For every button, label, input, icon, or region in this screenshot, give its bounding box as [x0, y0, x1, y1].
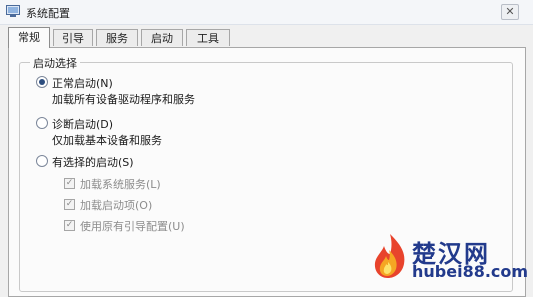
- diagnostic-startup-description: 仅加载基本设备和服务: [52, 134, 162, 147]
- selective-startup-label[interactable]: 有选择的启动(S): [52, 154, 134, 170]
- normal-startup-description: 加载所有设备驱动程序和服务: [52, 93, 195, 106]
- use-original-boot-config-checkbox[interactable]: ✓: [64, 220, 75, 231]
- load-system-services-checkbox[interactable]: ✓: [64, 178, 75, 189]
- tab-general[interactable]: 常规: [8, 27, 50, 48]
- window-title: 系统配置: [26, 7, 70, 20]
- title-bar: 系统配置 ✕: [0, 0, 533, 25]
- checkmark-icon: ✓: [65, 220, 74, 230]
- load-startup-items-label[interactable]: 加载启动项(O): [80, 197, 152, 213]
- close-icon: ✕: [505, 5, 515, 18]
- normal-startup-radio[interactable]: [36, 76, 48, 88]
- flame-logo-icon: [374, 234, 405, 278]
- watermark-subtitle: hubei88.com: [412, 262, 529, 281]
- tab-tools[interactable]: 工具: [186, 29, 230, 46]
- checkmark-icon: ✓: [65, 178, 74, 188]
- site-watermark: 楚汉网 hubei88.com: [366, 230, 533, 285]
- system-config-icon: [6, 5, 20, 17]
- use-original-boot-config-label[interactable]: 使用原有引导配置(U): [80, 218, 185, 234]
- tab-boot[interactable]: 引导: [53, 29, 93, 46]
- load-system-services-label[interactable]: 加载系统服务(L): [80, 176, 161, 192]
- checkmark-icon: ✓: [65, 199, 74, 209]
- diagnostic-startup-radio[interactable]: [36, 117, 48, 129]
- close-button[interactable]: ✕: [501, 4, 519, 20]
- selective-startup-radio[interactable]: [36, 155, 48, 167]
- load-startup-items-checkbox[interactable]: ✓: [64, 199, 75, 210]
- group-legend: 启动选择: [30, 55, 80, 71]
- tab-services[interactable]: 服务: [96, 29, 138, 46]
- tab-startup[interactable]: 启动: [141, 29, 183, 46]
- diagnostic-startup-label[interactable]: 诊断启动(D): [52, 116, 113, 132]
- normal-startup-label[interactable]: 正常启动(N): [52, 75, 113, 91]
